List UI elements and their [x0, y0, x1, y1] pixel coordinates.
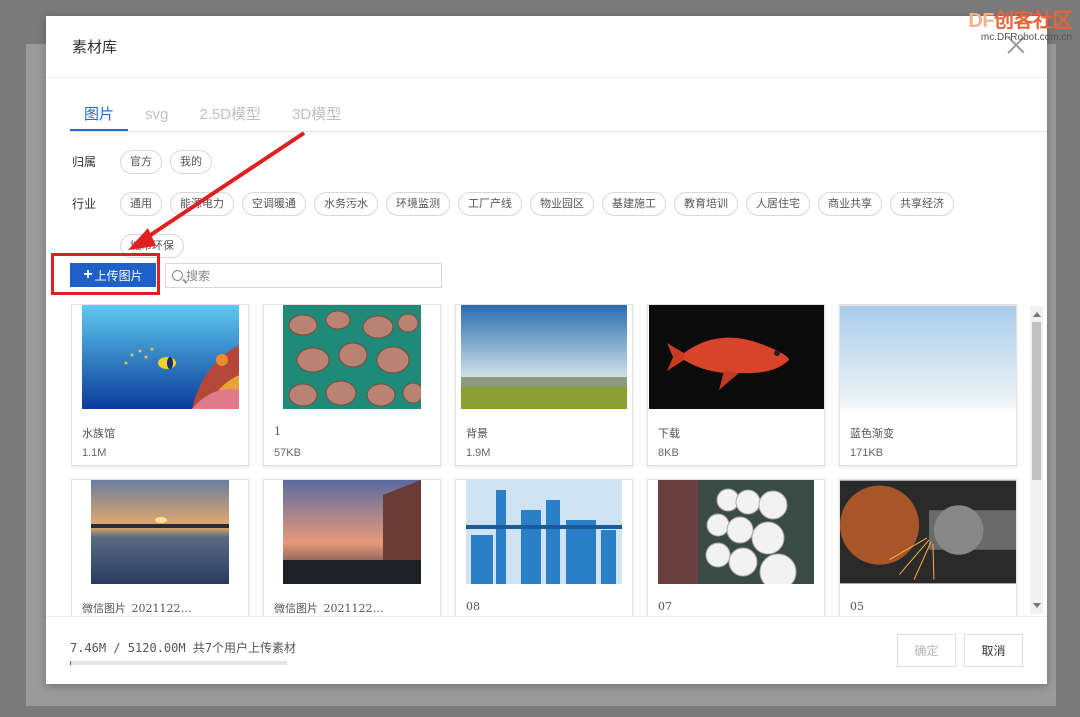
blue-factory-image — [466, 480, 622, 584]
chip-industry[interactable]: 能源电力 — [170, 192, 234, 216]
search-box[interactable] — [165, 263, 442, 288]
asset-size: 57KB — [274, 447, 301, 459]
asset-thumbnail — [840, 480, 1016, 586]
red-fish-image — [648, 305, 824, 409]
shells-image — [283, 305, 421, 409]
blue-gradient-image — [840, 305, 1016, 409]
asset-size: 1.9M — [466, 447, 491, 459]
modal-footer: 7.46M / 5120.00M 共7个用户上传素材 确定 取消 — [46, 616, 1047, 684]
asset-thumbnail — [72, 480, 248, 586]
asset-thumbnail — [264, 480, 440, 586]
scroll-up-icon[interactable] — [1033, 312, 1041, 317]
asset-thumbnail — [648, 480, 824, 586]
chip-industry[interactable]: 通用 — [120, 192, 162, 216]
spools-image — [658, 480, 814, 584]
asset-size: 8KB — [658, 447, 679, 459]
asset-thumbnail — [264, 305, 440, 411]
asset-name: 背景 — [466, 427, 488, 439]
chip-industry[interactable]: 基建施工 — [602, 192, 666, 216]
grinder-image — [840, 480, 1016, 584]
asset-name: 05 — [850, 600, 864, 613]
asset-thumbnail — [456, 480, 632, 586]
chip-official[interactable]: 官方 — [120, 150, 162, 174]
asset-card[interactable]: 水族馆 1.1M — [71, 304, 249, 466]
tab-images[interactable]: 图片 — [70, 100, 129, 131]
asset-name: 下载 — [658, 427, 680, 439]
asset-name: 微信图片_2021122… — [274, 602, 384, 614]
tab-2-5d-model[interactable]: 2.5D模型 — [185, 100, 275, 131]
upload-button-label: 上传图片 — [94, 268, 143, 283]
asset-name: 1 — [274, 425, 281, 438]
search-icon — [172, 270, 183, 281]
chip-industry[interactable]: 商业共享 — [818, 192, 882, 216]
storage-usage-fill — [70, 661, 72, 665]
chip-industry[interactable]: 工厂产线 — [458, 192, 522, 216]
chip-industry[interactable]: 环境监测 — [386, 192, 450, 216]
asset-name: 07 — [658, 600, 672, 613]
watermark-url: mc.DFRobot.com.cn — [980, 32, 1072, 43]
asset-card[interactable]: 微信图片_2021122… — [263, 479, 441, 616]
asset-name: 微信图片_2021122… — [82, 602, 192, 614]
ownership-label: 归属 — [72, 155, 97, 169]
aquarium-image — [81, 305, 239, 409]
tab-3d-model[interactable]: 3D模型 — [278, 100, 355, 131]
chip-industry[interactable]: 教育培训 — [674, 192, 738, 216]
asset-card[interactable]: 08 — [455, 479, 633, 616]
asset-card[interactable]: 背景 1.9M — [455, 304, 633, 466]
asset-card[interactable]: 05 — [839, 479, 1017, 616]
asset-card[interactable]: 1 57KB — [263, 304, 441, 466]
asset-grid: 水族馆 1.1M 1 57KB 背景 1.9M 下载 8KB 蓝色渐变 171K… — [71, 304, 1024, 616]
asset-thumbnail — [72, 305, 248, 411]
asset-thumbnail — [840, 305, 1016, 411]
asset-card[interactable]: 07 — [647, 479, 825, 616]
asset-library-modal: 素材库 图片 svg 2.5D模型 3D模型 归属 官方 我的 行业 通用 能源… — [46, 16, 1047, 684]
ownership-filter: 归属 官方 我的 — [72, 150, 1040, 192]
upload-image-button[interactable]: + 上传图片 — [70, 263, 156, 287]
plus-icon: + — [83, 266, 93, 283]
modal-title: 素材库 — [72, 38, 118, 56]
watermark-logo: DF创客社区 — [968, 10, 1072, 32]
cancel-button[interactable]: 取消 — [964, 634, 1023, 667]
asset-name: 蓝色渐变 — [850, 427, 894, 439]
asset-name: 水族馆 — [82, 427, 115, 439]
asset-size: 1.1M — [82, 447, 107, 459]
search-input[interactable] — [186, 268, 426, 283]
field-image — [461, 305, 627, 409]
asset-size: 171KB — [850, 447, 884, 459]
asset-card[interactable]: 蓝色渐变 171KB — [839, 304, 1017, 466]
asset-name: 08 — [466, 600, 480, 613]
confirm-button[interactable]: 确定 — [897, 634, 956, 667]
tab-svg[interactable]: svg — [131, 100, 182, 131]
asset-card[interactable]: 微信图片_2021122… — [71, 479, 249, 616]
chip-industry[interactable]: 人居住宅 — [746, 192, 810, 216]
scrollbar-thumb[interactable] — [1032, 322, 1041, 480]
chip-industry[interactable]: 水务污水 — [314, 192, 378, 216]
asset-card[interactable]: 下载 8KB — [647, 304, 825, 466]
asset-type-tabs: 图片 svg 2.5D模型 3D模型 — [70, 100, 1047, 132]
modal-header: 素材库 — [46, 16, 1047, 78]
chip-industry[interactable]: 共享经济 — [890, 192, 954, 216]
sunset-building-image — [283, 480, 421, 584]
storage-usage-bar — [70, 661, 287, 665]
chip-industry[interactable]: 物业园区 — [530, 192, 594, 216]
asset-thumbnail — [456, 305, 632, 411]
sunset-lake-image — [91, 480, 229, 584]
storage-usage-text: 7.46M / 5120.00M 共7个用户上传素材 — [70, 641, 297, 655]
scroll-down-icon[interactable] — [1033, 603, 1041, 608]
watermark: DF创客社区 mc.DFRobot.com.cn — [968, 4, 1072, 43]
grid-scrollbar[interactable] — [1030, 306, 1043, 614]
chip-mine[interactable]: 我的 — [170, 150, 212, 174]
chip-industry[interactable]: 空调暖通 — [242, 192, 306, 216]
asset-thumbnail — [648, 305, 824, 411]
